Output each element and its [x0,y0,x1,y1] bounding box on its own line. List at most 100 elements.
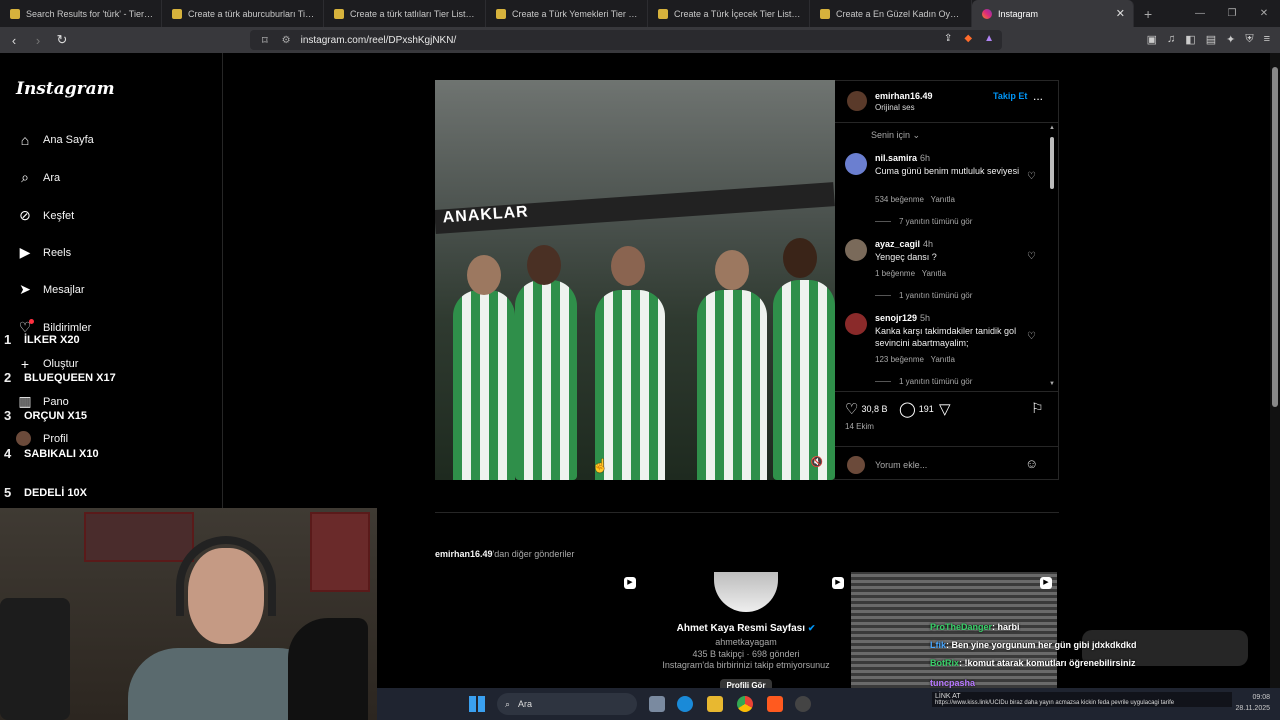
file-explorer-icon[interactable] [707,696,723,712]
tab-tatlilar[interactable]: Create a türk tatlıları Tier List - Tier… [324,0,486,27]
view-replies-button[interactable]: 1 yanıtın tümünü gör [875,291,972,300]
post-side-panel: emirhan16.49 Orijinal ses Takip Et ... S… [835,80,1059,480]
share-icon[interactable]: ⇪ [944,33,952,44]
reel-video[interactable]: ANAKLAR 🔇 [435,80,835,480]
view-replies-button[interactable]: 1 yanıtın tümünü gör [875,377,972,386]
scroll-down-icon[interactable]: ▼ [1049,381,1055,387]
tiermaker-favicon [820,8,830,19]
suggested-profile-name[interactable]: Ahmet Kaya Resmi Sayfası ✔ [640,623,852,634]
maximize-icon[interactable]: ❐ [1216,0,1248,27]
avatar[interactable] [845,313,867,335]
avatar[interactable] [845,153,867,175]
sidebar-item-home[interactable]: ⌂ Ana Sayfa [16,132,94,148]
post-username[interactable]: emirhan16.49 [875,91,933,101]
chrome-icon[interactable] [737,696,753,712]
new-tab-icon[interactable]: + [1144,6,1152,22]
edge-icon[interactable] [677,696,693,712]
audio-label[interactable]: Orijinal ses [875,103,915,112]
url-field[interactable]: ⌑ ⚙ instagram.com/reel/DPxshKgjNKN/ ⇪ ◆ … [250,30,1002,50]
player-figure [453,290,515,480]
view-replies-button[interactable]: 7 yanıtın tümünü gör [875,217,972,226]
wall-poster [84,512,194,562]
system-tray[interactable]: 09:08 28.11.2025 [1235,692,1270,714]
tab-aburcubur[interactable]: Create a türk aburcuburları Tier List - … [162,0,324,27]
tab-icecek[interactable]: Create a Türk İçecek Tier List - TierMak… [648,0,810,27]
windows-start-icon[interactable] [469,696,485,712]
comment-item: senojr129 5h Kanka karşı takimdakiler tan… [845,313,1045,387]
brave-shields-icon[interactable]: ◆ [964,33,972,44]
brave-icon[interactable] [767,696,783,712]
more-posts-user[interactable]: emirhan16.49 [435,549,493,559]
close-tab-icon[interactable]: ✕ [1116,7,1125,20]
bookmark-icon[interactable]: ⌑ [262,34,268,47]
avatar[interactable] [847,91,867,111]
close-window-icon[interactable]: ✕ [1248,0,1280,27]
screen: Search Results for 'türk' - TierMaker Cr… [0,0,1280,720]
sidebar-toggle-icon[interactable]: ◧ [1185,33,1195,46]
task-view-icon[interactable] [649,696,665,712]
media-icon[interactable]: ♫ [1167,33,1175,46]
player-head [783,238,817,278]
reel-icon: ▶ [624,577,636,589]
suggested-profile-avatar[interactable] [714,572,778,612]
tab-yemekler[interactable]: Create a Türk Yemekleri Tier List - Tier… [486,0,648,27]
sidebar-item-profile[interactable]: Profil [16,431,68,446]
comment-username[interactable]: ayaz_cagil [875,239,920,249]
sidebar-item-messages[interactable]: ➤ Mesajlar [16,281,84,298]
forward-icon[interactable]: › [28,33,48,48]
more-options-icon[interactable]: ... [1033,89,1043,103]
reload-icon[interactable]: ↻ [52,32,72,48]
comment-like-heart-icon[interactable]: ♡ [1027,171,1036,182]
taskbar-search[interactable]: ⌕ Ara [497,693,637,715]
reply-button[interactable]: Yanıtla [931,195,955,204]
reel-icon: ▶ [1040,577,1052,589]
reply-button[interactable]: Yanıtla [922,269,946,278]
minimize-icon[interactable]: — [1184,0,1216,27]
wallet-icon[interactable]: ▤ [1206,33,1216,46]
sidebar-item-explore[interactable]: ⊘ Keşfet [16,207,74,224]
brave-rewards-icon[interactable]: ▲ [984,33,994,44]
vpn-icon[interactable]: ⛨ [1245,33,1253,46]
sidebar-item-search[interactable]: ⌕ Ara [16,169,60,186]
comments-scrollbar[interactable]: ▲ ▼ [1049,125,1055,391]
sidebar-item-reels[interactable]: ▶ Reels [16,244,72,261]
avatar[interactable] [845,239,867,261]
page-scrollbar[interactable] [1270,53,1280,720]
site-info-icon[interactable]: ⚙ [282,35,291,46]
stream-ticker: LİNK AT https://www.kiss.link/UCIDu bira… [932,692,1232,707]
follow-button[interactable]: Takip Et [993,91,1027,101]
window-controls: — ❐ ✕ [1184,0,1280,27]
page-scroll-thumb[interactable] [1272,67,1278,407]
tray-time: 09:08 [1252,694,1270,701]
comment-likes[interactable]: 123 beğenme [875,355,924,364]
back-icon[interactable]: ‹ [4,33,24,48]
reply-button[interactable]: Yanıtla [931,355,955,364]
comment-like-heart-icon[interactable]: ♡ [1027,331,1036,342]
scroll-up-icon[interactable]: ▲ [1049,125,1055,131]
scroll-thumb[interactable] [1050,137,1054,189]
like-button[interactable]: ♡ 30,8 B [845,400,887,418]
tab-oyuncular[interactable]: Create a En Güzel Kadın Oyuncular Tier L… [810,0,972,27]
comment-sort-dropdown[interactable]: Senin için ⌄ [871,130,920,141]
comment-button[interactable]: ◯ 191 [899,400,934,418]
avatar [16,431,31,446]
post-date: 14 Ekim [845,422,874,431]
comment-username[interactable]: senojr129 [875,313,917,323]
menu-icon[interactable]: ≡ [1264,33,1270,46]
cast-icon[interactable]: ▣ [1147,33,1157,46]
comment-like-heart-icon[interactable]: ♡ [1027,251,1036,262]
tab-instagram[interactable]: Instagram ✕ [972,0,1134,27]
leo-icon[interactable]: ✦ [1226,33,1235,46]
obs-icon[interactable] [795,696,811,712]
mute-icon[interactable]: 🔇 [811,457,823,468]
tab-tiermaker-search[interactable]: Search Results for 'türk' - TierMaker [0,0,162,27]
comment-username[interactable]: nil.samira [875,153,917,163]
comment-likes[interactable]: 1 beğenme [875,269,915,278]
comment-likes[interactable]: 534 beğenme [875,195,924,204]
share-button[interactable]: ▽ [939,400,954,418]
instagram-logo[interactable]: Instagram [16,79,115,99]
bookmark-icon[interactable]: ⚐ [1031,400,1044,417]
add-comment-input[interactable]: Yorum ekle... [875,460,927,470]
emoji-icon[interactable]: ☺ [1025,456,1038,471]
add-comment-row: Yorum ekle... ☺ [835,446,1059,482]
